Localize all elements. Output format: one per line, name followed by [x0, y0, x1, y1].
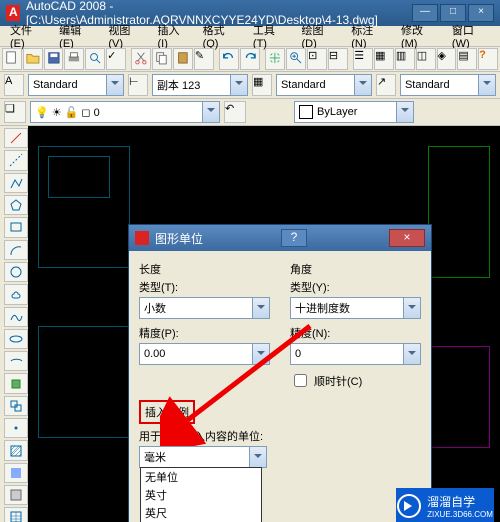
make-block-icon[interactable]	[4, 396, 28, 416]
workspace: A ⏮ ◀ ▶ ⏭ 模型 布局1 布局2 图形单位 ? ×	[0, 126, 500, 522]
mleader-combo[interactable]: Standard	[400, 74, 496, 96]
gradient-icon[interactable]	[4, 463, 28, 483]
tablestyle-combo[interactable]: Standard	[276, 74, 372, 96]
dialog-help-button[interactable]: ?	[281, 229, 307, 247]
insertion-scale-heading: 插入比例	[139, 400, 195, 424]
color-value: ByLayer	[317, 106, 357, 118]
point-icon[interactable]	[4, 418, 28, 438]
pan-icon[interactable]	[265, 48, 285, 70]
dimstyle-combo[interactable]: 副本 123	[152, 74, 248, 96]
angle-precision-combo[interactable]: 0	[290, 343, 421, 365]
play-icon	[397, 494, 421, 518]
insertion-scale-desc: 用于缩放插入内容的单位:	[139, 428, 421, 444]
help-icon[interactable]: ?	[478, 48, 498, 70]
length-precision-label: 精度(P):	[139, 325, 270, 341]
color-combo[interactable]: ByLayer	[294, 101, 414, 123]
match-icon[interactable]: ✎	[194, 48, 214, 70]
spline-icon[interactable]	[4, 307, 28, 327]
angle-type-label: 类型(Y):	[290, 279, 421, 295]
arc-icon[interactable]	[4, 240, 28, 260]
revcloud-icon[interactable]	[4, 284, 28, 304]
calc-icon[interactable]: ▤	[457, 48, 477, 70]
hatch-icon[interactable]	[4, 440, 28, 460]
insert-block-icon[interactable]	[4, 373, 28, 393]
paste-icon[interactable]	[173, 48, 193, 70]
circle-icon[interactable]	[4, 262, 28, 282]
copy-icon[interactable]	[152, 48, 172, 70]
layers-icon[interactable]: ❏	[4, 101, 26, 123]
rectangle-icon[interactable]	[4, 217, 28, 237]
layer-prev-icon[interactable]: ↶	[224, 101, 246, 123]
dialog-titlebar[interactable]: 图形单位 ? ×	[129, 225, 431, 251]
open-icon[interactable]	[23, 48, 43, 70]
print-icon[interactable]	[64, 48, 84, 70]
dimstyle-icon[interactable]: ⊢	[128, 74, 148, 96]
layer-toolbar: ❏ 💡 ☀ 🔓 ◻ 0 ↶ ByLayer	[0, 99, 500, 126]
redo-icon[interactable]	[240, 48, 260, 70]
zoom-window-icon[interactable]: ⊡	[307, 48, 327, 70]
color-swatch	[299, 105, 313, 119]
length-type-combo[interactable]: 小数	[139, 297, 270, 319]
length-precision-combo[interactable]: 0.00	[139, 343, 270, 365]
dd-item-inches[interactable]: 英寸	[141, 486, 261, 504]
dialog-close-button[interactable]: ×	[389, 229, 425, 247]
insertion-scale-combo[interactable]: 毫米 无单位 英寸 英尺 毫米 厘米 米 千米 微英寸 密耳 码	[139, 446, 267, 468]
textstyle-value: Standard	[33, 79, 78, 91]
xline-icon[interactable]	[4, 150, 28, 170]
publish-icon[interactable]: ✓	[106, 48, 126, 70]
textstyle-combo[interactable]: Standard	[28, 74, 124, 96]
ellipse-icon[interactable]	[4, 329, 28, 349]
preview-icon[interactable]	[85, 48, 105, 70]
toolpalettes-icon[interactable]: ▥	[395, 48, 415, 70]
ellipse-arc-icon[interactable]	[4, 351, 28, 371]
angle-type-combo[interactable]: 十进制度数	[290, 297, 421, 319]
dialog-icon	[135, 231, 149, 245]
mleader-value: Standard	[405, 79, 450, 91]
dimstyle-value: 副本 123	[157, 77, 200, 93]
watermark-url: ZIXUE.3D66.COM	[427, 510, 493, 519]
styles-toolbar: A Standard ⊢ 副本 123 ▦ Standard ↗ Standar…	[0, 72, 500, 99]
designcenter-icon[interactable]: ▦	[374, 48, 394, 70]
dialog-title: 图形单位	[155, 230, 203, 247]
insertion-scale-value: 毫米	[144, 449, 166, 465]
length-type-label: 类型(T):	[139, 279, 270, 295]
sheet-icon[interactable]: ◫	[416, 48, 436, 70]
save-icon[interactable]	[44, 48, 64, 70]
watermark-text: 溜溜自学	[427, 493, 493, 510]
dd-item-unitless[interactable]: 无单位	[141, 468, 261, 486]
app-icon	[6, 5, 20, 21]
zoom-icon[interactable]	[286, 48, 306, 70]
clockwise-input[interactable]	[294, 374, 307, 387]
layer-state-icons: 💡 ☀ 🔓 ◻ 0	[35, 106, 100, 119]
tablestyle-value: Standard	[281, 79, 326, 91]
markup-icon[interactable]: ◈	[437, 48, 457, 70]
region-icon[interactable]	[4, 485, 28, 505]
textstyle-icon[interactable]: A	[4, 74, 24, 96]
insertion-scale-dropdown: 无单位 英寸 英尺 毫米 厘米 米 千米 微英寸 密耳 码 埃 纳米	[140, 467, 262, 522]
standard-toolbar: ✓ ✎ ⊡ ⊟ ☰ ▦ ▥ ◫ ◈ ▤ ?	[0, 47, 500, 72]
undo-icon[interactable]	[219, 48, 239, 70]
polyline-icon[interactable]	[4, 173, 28, 193]
tablestyle-icon[interactable]: ▦	[252, 74, 272, 96]
polygon-icon[interactable]	[4, 195, 28, 215]
new-icon[interactable]	[2, 48, 22, 70]
dd-item-feet[interactable]: 英尺	[141, 504, 261, 522]
watermark: 溜溜自学 ZIXUE.3D66.COM	[396, 488, 494, 522]
angle-heading: 角度	[290, 261, 421, 277]
line-icon[interactable]	[4, 128, 28, 148]
length-heading: 长度	[139, 261, 270, 277]
properties-icon[interactable]: ☰	[353, 48, 373, 70]
mleader-icon[interactable]: ↗	[376, 74, 396, 96]
table-icon[interactable]	[4, 507, 28, 522]
drawing-units-dialog: 图形单位 ? × 长度 类型(T): 小数 精度(P): 0.00 角度 类型(…	[128, 224, 432, 522]
cut-icon[interactable]	[131, 48, 151, 70]
menubar: 文件(E) 编辑(E) 视图(V) 插入(I) 格式(Q) 工具(T) 绘图(D…	[0, 26, 500, 47]
angle-precision-label: 精度(N):	[290, 325, 421, 341]
clockwise-checkbox[interactable]: 顺时针(C)	[290, 371, 421, 390]
layer-combo[interactable]: 💡 ☀ 🔓 ◻ 0	[30, 101, 220, 123]
zoom-prev-icon[interactable]: ⊟	[328, 48, 348, 70]
